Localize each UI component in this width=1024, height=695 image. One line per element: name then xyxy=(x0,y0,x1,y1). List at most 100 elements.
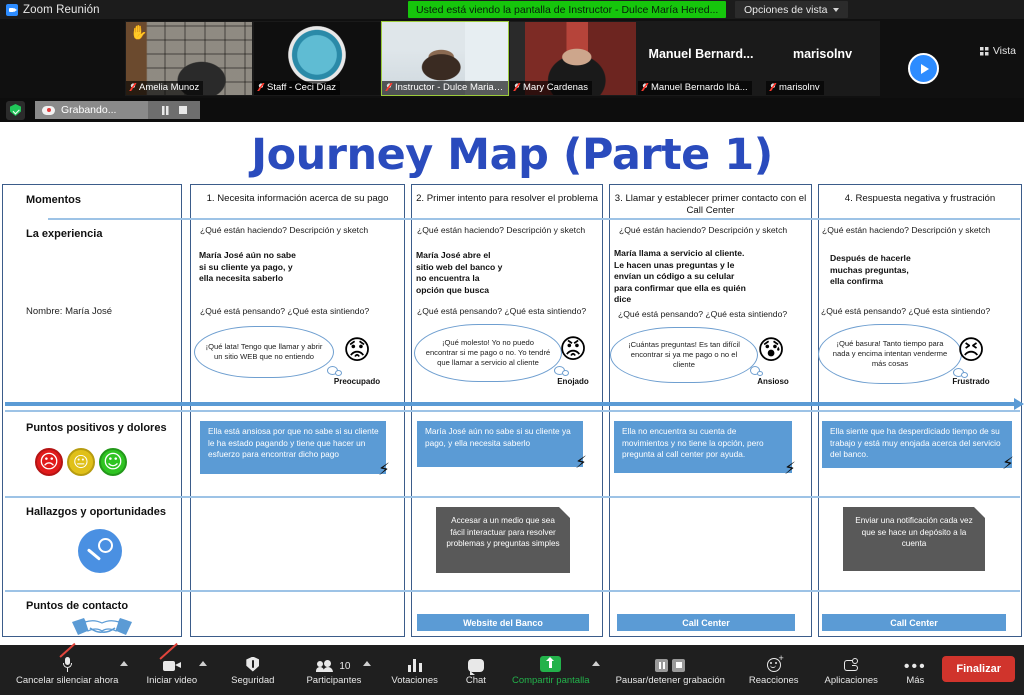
chevron-up-icon[interactable] xyxy=(199,661,207,666)
shared-slide: Journey Map (Parte 1) Momentos La experi… xyxy=(0,122,1024,645)
end-meeting-label: Finalizar xyxy=(956,663,1001,675)
toolbar-button-share-screen[interactable]: Compartir pantalla xyxy=(506,645,596,695)
column-3-description: María llama a servicio al cliente. Le ha… xyxy=(614,248,814,306)
pause-stop-recording-icon xyxy=(655,655,685,672)
next-page-button[interactable] xyxy=(908,53,939,84)
toolbar-label: Cancelar silenciar ahora xyxy=(16,675,118,686)
row-label-experiencia: La experiencia xyxy=(26,228,102,240)
tile-name: Instructor - Dulce Maria ... xyxy=(382,81,508,96)
column-1-bubble-dot-small xyxy=(335,370,342,376)
page-title: Journey Map (Parte 1) xyxy=(0,130,1024,180)
column-4-prompt-doing: ¿Qué están haciendo? Descripción y sketc… xyxy=(822,225,990,235)
column-1-prompt-feeling: ¿Qué está pensando? ¿Qué esta sintiendo? xyxy=(200,306,369,316)
recording-controls xyxy=(148,101,200,119)
toolbar-button-apps[interactable]: Aplicaciones xyxy=(819,645,884,695)
view-options-label: Opciones de vista xyxy=(744,4,827,16)
column-4-pain-card: Ella siente que ha desperdiciado tiempo … xyxy=(822,421,1012,468)
column-2-bolt-icon: ⚡ xyxy=(575,455,587,472)
stop-recording-icon[interactable] xyxy=(179,106,187,114)
toolbar-button-chat[interactable]: Chat xyxy=(460,645,492,695)
participant-tile-amelia-munoz[interactable]: ✋ Amelia Munoz xyxy=(125,21,253,96)
column-2-prompt-feeling: ¿Qué está pensando? ¿Qué esta sintiendo? xyxy=(417,306,586,316)
poll-icon xyxy=(408,655,422,672)
column-4-header: 4. Respuesta negativa y frustración xyxy=(820,193,1020,205)
column-3-header: 3. Llamar y establecer primer contacto c… xyxy=(612,193,809,217)
column-1-thought-bubble: ¡Qué lata! Tengo que llamar y abrir un s… xyxy=(194,326,334,378)
zoom-logo-icon xyxy=(6,4,18,16)
participant-tiles: ✋ Amelia Munoz Staff - Ceci Díaz Instruc… xyxy=(125,21,880,96)
column-1-prompt-doing: ¿Qué están haciendo? Descripción y sketc… xyxy=(200,225,368,235)
participant-tile-ceci-diaz[interactable]: Staff - Ceci Díaz xyxy=(253,21,381,96)
security-shield-badge[interactable] xyxy=(6,101,25,120)
column-2-thought-bubble: ¡Qué molesto! Yo no puedo encontrar si m… xyxy=(414,324,562,382)
participant-tile-manuel-bernardo[interactable]: Manuel Bernard... Manuel Bernardo Ibá... xyxy=(637,21,765,96)
column-4-bolt-icon: ⚡ xyxy=(1002,456,1014,473)
chevron-up-icon[interactable] xyxy=(120,661,128,666)
participants-count: 10 xyxy=(339,661,350,672)
view-options-button[interactable]: Opciones de vista xyxy=(735,1,848,18)
column-1-pain-card: Ella está ansiosa por que no sabe si su … xyxy=(200,421,386,474)
toolbar-label: Aplicaciones xyxy=(825,675,878,686)
recording-indicator: Grabando... xyxy=(35,101,200,119)
toolbar-button-reactions[interactable]: + Reacciones xyxy=(743,645,805,695)
column-2-prompt-doing: ¿Qué están haciendo? Descripción y sketc… xyxy=(417,225,585,235)
column-3-touchpoint: Call Center xyxy=(617,614,795,631)
journey-map-grid: Momentos La experiencia Nombre: María Jo… xyxy=(2,184,1022,639)
toolbar-button-participants[interactable]: 10 Participantes xyxy=(300,645,367,695)
column-2-header: 2. Primer intento para resolver el probl… xyxy=(414,193,600,205)
column-1-bolt-icon: ⚡ xyxy=(378,462,390,479)
toolbar-label: Chat xyxy=(466,675,486,686)
end-meeting-button[interactable]: Finalizar xyxy=(942,656,1015,682)
toolbar-label: Seguridad xyxy=(231,675,274,686)
toolbar-label: Iniciar video xyxy=(146,675,197,686)
toolbar-button-security[interactable]: Seguridad xyxy=(225,645,280,695)
column-1-header: 1. Necesita información acerca de su pag… xyxy=(192,193,403,205)
toolbar-button-more[interactable]: ••• Más xyxy=(898,645,933,695)
row-divider-4 xyxy=(5,590,1020,592)
toolbar-label: Votaciones xyxy=(391,675,437,686)
recording-bar: Grabando... xyxy=(0,98,1024,122)
more-icon: ••• xyxy=(904,655,927,672)
chevron-up-icon[interactable] xyxy=(592,661,600,666)
column-4-description: Después de hacerle muchas preguntas, ell… xyxy=(830,253,1020,288)
apps-icon xyxy=(844,655,859,672)
toolbar-button-recording[interactable]: Pausar/detener grabación xyxy=(610,645,731,695)
toolbar-button-video[interactable]: Iniciar video xyxy=(140,645,203,695)
smiley-negative-icon: ☹ xyxy=(35,448,63,476)
reactions-icon: + xyxy=(767,655,781,672)
column-4-prompt-feeling: ¿Qué está pensando? ¿Qué esta sintiendo? xyxy=(821,306,990,316)
participant-tile-mary-cardenas[interactable]: Mary Cardenas xyxy=(509,21,637,96)
chat-icon xyxy=(468,655,484,672)
column-3-emotion-label: Ansioso xyxy=(743,377,803,386)
pause-recording-icon[interactable] xyxy=(162,106,169,115)
participant-tile-instructor-dulce-maria[interactable]: Instructor - Dulce Maria ... xyxy=(381,21,509,96)
shield-icon xyxy=(246,655,259,672)
camera-off-icon xyxy=(163,655,181,672)
smiley-positive-icon: ☺ xyxy=(99,448,127,476)
participant-tile-marisolnv[interactable]: marisolnv marisolnv xyxy=(765,21,880,96)
share-screen-icon xyxy=(540,655,561,672)
column-3-pain-card: Ella no encuentra su cuenta de movimient… xyxy=(614,421,792,473)
window-title: Zoom Reunión xyxy=(23,4,100,16)
row-label-puntos-contacto: Puntos de contacto xyxy=(26,600,128,612)
chevron-up-icon[interactable] xyxy=(363,661,371,666)
column-2-emotion-label: Enojado xyxy=(543,377,603,386)
column-2-emotion-emoji: 😡 xyxy=(559,336,587,363)
row-divider-2 xyxy=(5,410,1020,412)
tile-name: marisolnv xyxy=(766,81,824,96)
column-2-touchpoint: Website del Banco xyxy=(417,614,589,631)
row-label-hallazgos: Hallazgos y oportunidades xyxy=(26,506,166,518)
row-label-momentos: Momentos xyxy=(26,194,81,206)
magnifier-ring xyxy=(98,538,113,553)
tile-name: Manuel Bernardo Ibá... xyxy=(638,81,752,96)
cloud-recording-icon xyxy=(42,106,55,115)
smiley-neutral-icon: 😐 xyxy=(67,448,95,476)
view-layout-button[interactable]: Vista xyxy=(980,45,1016,57)
column-3-prompt-doing: ¿Qué están haciendo? Descripción y sketc… xyxy=(619,225,787,235)
toolbar-button-mute[interactable]: Cancelar silenciar ahora xyxy=(10,645,124,695)
tile-name: Mary Cardenas xyxy=(510,81,592,96)
handshake-icon xyxy=(70,616,134,642)
toolbar-button-polls[interactable]: Votaciones xyxy=(385,645,443,695)
row-divider-1 xyxy=(48,218,1020,220)
tile-name: Amelia Munoz xyxy=(126,81,203,96)
